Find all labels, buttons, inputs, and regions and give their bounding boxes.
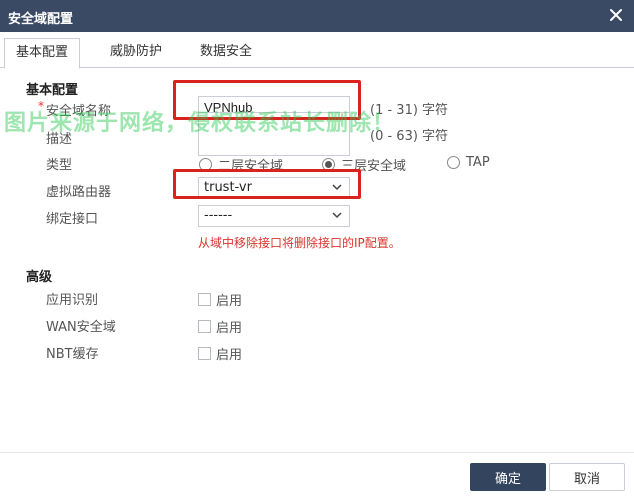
- virtual-router-label: 虚拟路由器: [46, 185, 112, 200]
- description-field[interactable]: [198, 112, 350, 156]
- ok-button[interactable]: 确定: [470, 463, 546, 491]
- app-identification-label: 应用识别: [46, 293, 99, 308]
- bind-interface-label: 绑定接口: [46, 212, 99, 227]
- virtual-router-value: trust-vr: [204, 180, 252, 195]
- cancel-button[interactable]: 取消: [549, 463, 625, 491]
- app-identification-checkbox[interactable]: 启用: [198, 290, 242, 309]
- type-option-layer2[interactable]: 二层安全域: [199, 155, 283, 174]
- type-option-label: TAP: [466, 155, 490, 170]
- interface-warning: 从域中移除接口将删除接口的IP配置。: [198, 236, 401, 250]
- checkbox-icon: [198, 320, 211, 333]
- checkbox-label: 启用: [216, 294, 243, 309]
- type-option-layer3[interactable]: 三层安全域: [322, 155, 406, 174]
- section-basic-title: 基本配置: [26, 83, 79, 98]
- section-advanced-title: 高级: [26, 270, 53, 285]
- chevron-down-icon: [331, 209, 343, 221]
- description-hint: (0 - 63) 字符: [370, 129, 449, 144]
- radio-selected-icon: [322, 158, 335, 171]
- chevron-down-icon: [331, 181, 343, 193]
- tab-basic-config[interactable]: 基本配置: [4, 38, 80, 69]
- checkbox-label: 启用: [216, 321, 243, 336]
- checkbox-icon: [198, 293, 211, 306]
- bind-interface-select[interactable]: ------: [198, 205, 350, 227]
- type-option-tap[interactable]: TAP: [447, 155, 490, 170]
- type-label: 类型: [46, 158, 73, 173]
- dialog-footer: 确定 取消: [0, 452, 634, 500]
- bind-interface-value: ------: [204, 208, 233, 223]
- required-mark: *: [38, 99, 44, 113]
- type-option-label: 二层安全域: [218, 159, 284, 174]
- wan-zone-checkbox[interactable]: 启用: [198, 317, 242, 336]
- nbt-cache-checkbox[interactable]: 启用: [198, 344, 242, 363]
- close-icon[interactable]: [606, 5, 626, 25]
- dialog-title: 安全域配置: [8, 12, 74, 27]
- tab-bar: 基本配置 威胁防护 数据安全: [0, 38, 634, 69]
- zone-name-hint: (1 - 31) 字符: [370, 103, 449, 118]
- tab-threat-protection[interactable]: 威胁防护: [98, 38, 174, 68]
- zone-name-label: 安全域名称: [46, 104, 112, 119]
- virtual-router-select[interactable]: trust-vr: [198, 177, 350, 199]
- description-label: 描述: [46, 132, 73, 147]
- radio-icon: [447, 156, 460, 169]
- nbt-cache-label: NBT缓存: [46, 347, 99, 362]
- wan-zone-label: WAN安全域: [46, 320, 116, 335]
- tab-data-security[interactable]: 数据安全: [188, 38, 264, 68]
- type-option-label: 三层安全域: [341, 159, 407, 174]
- checkbox-label: 启用: [216, 348, 243, 363]
- radio-icon: [199, 158, 212, 171]
- dialog-titlebar: 安全域配置: [0, 0, 634, 32]
- checkbox-icon: [198, 347, 211, 360]
